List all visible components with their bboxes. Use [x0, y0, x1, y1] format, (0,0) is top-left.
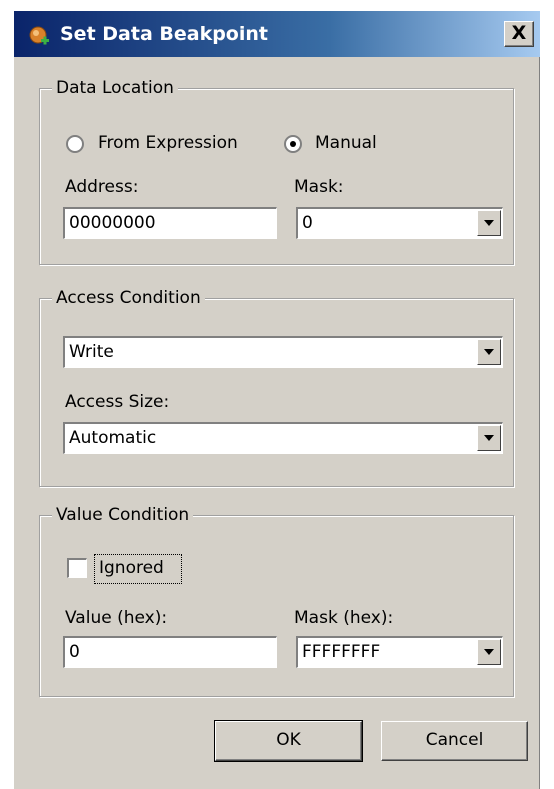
address-field[interactable]: 00000000 — [63, 207, 277, 239]
title-bar[interactable]: Set Data Beakpoint X — [14, 11, 540, 57]
access-condition-dropdown[interactable]: Write — [63, 336, 503, 368]
from-expression-label[interactable]: From Expression — [98, 132, 238, 154]
set-data-breakpoint-dialog: Set Data Beakpoint X Data Location From … — [13, 10, 540, 789]
value-condition-group: Value Condition — [39, 503, 514, 697]
access-size-dropdown[interactable]: Automatic — [63, 422, 503, 454]
manual-radio[interactable] — [284, 135, 302, 153]
mask-dropdown-button[interactable] — [477, 210, 501, 236]
value-hex-field[interactable]: 0 — [63, 636, 277, 668]
access-size-dropdown-button[interactable] — [477, 425, 501, 451]
chevron-down-icon — [484, 435, 494, 441]
mask-hex-dropdown[interactable]: FFFFFFFF — [296, 636, 503, 668]
value-hex-label: Value (hex): — [65, 608, 168, 628]
cancel-button[interactable]: Cancel — [381, 721, 528, 761]
from-expression-radio[interactable] — [66, 135, 84, 153]
access-condition-legend: Access Condition — [52, 286, 205, 310]
ignored-label[interactable]: Ignored — [99, 557, 164, 579]
close-button[interactable]: X — [504, 21, 534, 47]
ignored-checkbox[interactable] — [67, 558, 87, 578]
mask-hex-dropdown-button[interactable] — [477, 639, 501, 665]
address-label: Address: — [65, 177, 139, 197]
data-location-legend: Data Location — [52, 76, 178, 100]
chevron-down-icon — [484, 349, 494, 355]
value-condition-legend: Value Condition — [52, 503, 194, 527]
ok-button[interactable]: OK — [214, 720, 363, 762]
manual-label[interactable]: Manual — [315, 132, 377, 154]
access-condition-value: Write — [69, 342, 114, 362]
breakpoint-icon — [29, 26, 49, 45]
chevron-down-icon — [484, 220, 494, 226]
access-condition-dropdown-button[interactable] — [477, 339, 501, 365]
access-size-value: Automatic — [69, 428, 157, 448]
mask-hex-label: Mask (hex): — [294, 608, 394, 628]
chevron-down-icon — [484, 649, 494, 655]
mask-hex-value: FFFFFFFF — [302, 642, 381, 662]
mask-value: 0 — [302, 213, 313, 233]
mask-dropdown[interactable]: 0 — [296, 207, 503, 239]
mask-label: Mask: — [294, 177, 344, 197]
access-size-label: Access Size: — [65, 392, 170, 412]
dialog-title: Set Data Beakpoint — [60, 23, 268, 45]
